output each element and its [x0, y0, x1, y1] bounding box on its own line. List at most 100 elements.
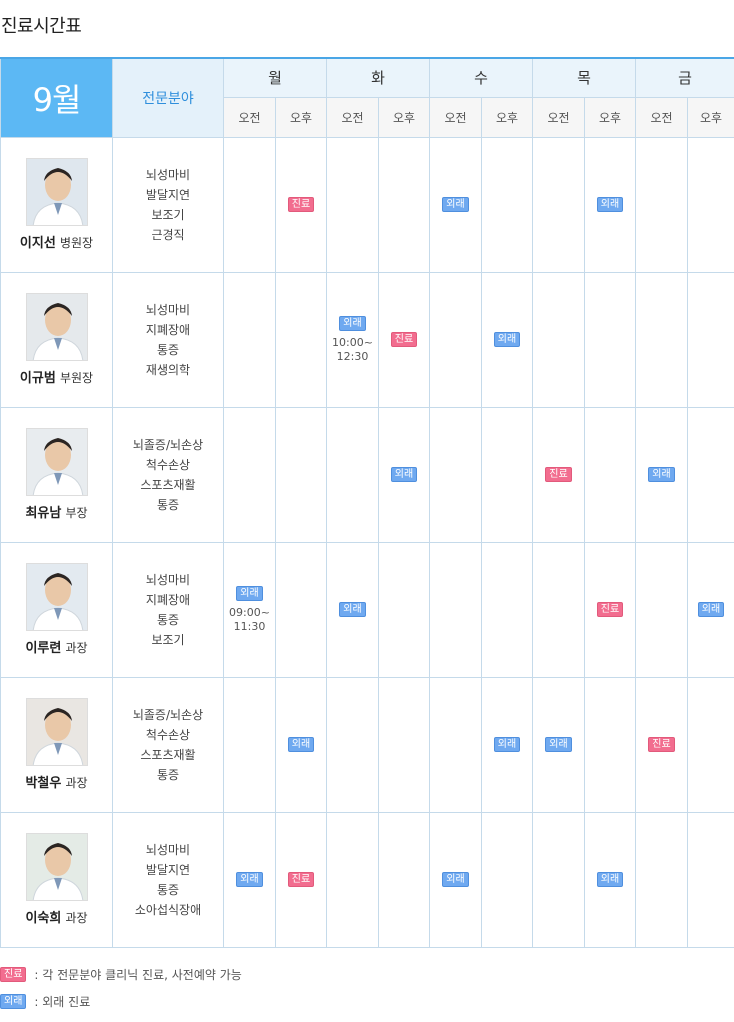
slot-mon-pm [275, 406, 327, 543]
specialty-item: 뇌성마비 [145, 302, 191, 317]
slot-tue-pm: 외래 [378, 406, 430, 543]
slot-thu-pm: 외래 [584, 811, 636, 948]
slot-tue-am [326, 676, 379, 813]
doctor-portrait-icon [32, 168, 83, 225]
doctor-cell: 박철우 과장 [0, 676, 113, 813]
slot-fri-pm [687, 136, 734, 273]
doctor-role: 과장 [65, 911, 88, 925]
slot-thu-am [532, 541, 585, 678]
specialty-item: 발달지연 [145, 187, 191, 202]
schedule-body: 이지선 병원장 뇌성마비 발달지연 보조기 근경직 진료 외래 외래 이규범 부원장 뇌성마비 지폐… [0, 136, 734, 948]
slot-tue-pm [378, 541, 430, 678]
legend-out: 외래 : 외래 진료 [0, 993, 90, 1010]
half-header-pm: 오후 [687, 96, 734, 138]
slot-mon-pm [275, 271, 327, 408]
slot-thu-pm: 진료 [584, 541, 636, 678]
slot-wed-am [429, 406, 482, 543]
slot-fri-am [635, 811, 688, 948]
doctor-cell: 이규범 부원장 [0, 271, 113, 408]
specialty-cell: 뇌성마비 지폐장애 통증 재생의학 [112, 271, 224, 408]
outpatient-badge: 외래 [545, 737, 572, 752]
doctor-name: 이루련 [25, 641, 62, 656]
doctor-name: 이규범 [19, 371, 56, 386]
doctor-name: 이지선 [19, 236, 56, 251]
outpatient-badge: 외래 [339, 602, 366, 617]
half-header-am: 오전 [223, 96, 276, 138]
specialty-cell: 뇌성마비 발달지연 보조기 근경직 [112, 136, 224, 273]
specialty-item: 뇌성마비 [145, 167, 191, 182]
specialty-item: 뇌졸증/뇌손상 [132, 437, 204, 452]
doctor-name-line: 이지선 병원장 [1, 232, 112, 251]
specialty-item: 통증 [156, 342, 180, 357]
half-header-am: 오전 [635, 96, 688, 138]
specialty-item: 스포츠재활 [140, 477, 196, 492]
doctor-photo [25, 833, 88, 901]
doctor-name-line: 최유남 부장 [1, 502, 112, 521]
slot-wed-pm: 외래 [481, 271, 533, 408]
slot-wed-pm [481, 541, 533, 678]
specialty-item: 통증 [156, 882, 180, 897]
half-header-am: 오전 [429, 96, 482, 138]
slot-wed-pm [481, 406, 533, 543]
slot-tue-am [326, 406, 379, 543]
doctor-cell: 이숙희 과장 [0, 811, 113, 948]
slot-time: 12:30 [336, 349, 369, 363]
specialty-cell: 뇌졸증/뇌손상 척수손상 스포츠재활 통증 [112, 676, 224, 813]
doctor-row: 이지선 병원장 뇌성마비 발달지연 보조기 근경직 진료 외래 외래 [0, 136, 734, 273]
specialty-item: 뇌성마비 [145, 572, 191, 587]
slot-time: 09:00~ [229, 605, 270, 619]
slot-tue-am [326, 811, 379, 948]
clinic-badge: 진료 [596, 602, 624, 617]
half-header-am: 오전 [326, 96, 379, 138]
slot-mon-am [223, 676, 276, 813]
specialty-cell: 뇌성마비 지폐장애 통증 보조기 [112, 541, 224, 678]
outpatient-badge: 외래 [339, 315, 366, 331]
specialty-item: 통증 [156, 497, 180, 512]
doctor-cell: 최유남 부장 [0, 406, 113, 543]
specialty-item: 뇌성마비 [145, 842, 191, 857]
slot-tue-am [326, 136, 379, 273]
slot-tue-pm [378, 676, 430, 813]
slot-fri-am [635, 541, 688, 678]
slot-mon-am: 외래 [223, 811, 276, 948]
doctor-portrait-icon [32, 438, 83, 495]
specialty-item: 척수손상 [145, 457, 191, 472]
slot-wed-pm: 외래 [481, 676, 533, 813]
slot-wed-pm [481, 136, 533, 273]
slot-wed-am [429, 676, 482, 813]
clinic-badge: 진료 [287, 197, 315, 212]
doctor-portrait-icon [32, 573, 83, 630]
legend-clinic-text: : 각 전문분야 클리닉 진료, 사전예약 가능 [34, 968, 242, 982]
doctor-row: 박철우 과장 뇌졸증/뇌손상 척수손상 스포츠재활 통증 외래 외래 외래 진료 [0, 676, 734, 813]
doctor-photo [25, 563, 88, 631]
specialty-item: 지폐장애 [145, 592, 191, 607]
slot-fri-am [635, 136, 688, 273]
doctor-row: 이규범 부원장 뇌성마비 지폐장애 통증 재생의학 외래 10:00~ 12:30 진료 외래 [0, 271, 734, 408]
slot-tue-pm [378, 136, 430, 273]
slot-thu-am: 외래 [532, 676, 585, 813]
slot-tue-pm: 진료 [378, 271, 430, 408]
doctor-name: 최유남 [25, 506, 62, 521]
outpatient-badge: 외래 [596, 197, 624, 212]
doctor-row: 최유남 부장 뇌졸증/뇌손상 척수손상 스포츠재활 통증 외래 진료 외래 [0, 406, 734, 543]
slot-fri-pm [687, 271, 734, 408]
specialty-item: 근경직 [151, 227, 185, 242]
day-header-mon: 월 [223, 57, 327, 98]
slot-mon-pm: 진료 [275, 811, 327, 948]
doctor-row: 이숙희 과장 뇌성마비 발달지연 통증 소아섭식장애 외래 진료 외래 외래 [0, 811, 734, 948]
outpatient-badge: 외래 [596, 872, 624, 887]
specialty-item: 척수손상 [145, 727, 191, 742]
slot-mon-am [223, 271, 276, 408]
slot-thu-am [532, 811, 585, 948]
outpatient-badge: 외래 [236, 872, 263, 887]
outpatient-badge: 외래 [390, 467, 418, 482]
slot-mon-pm: 진료 [275, 136, 327, 273]
slot-thu-am [532, 136, 585, 273]
doctor-role: 과장 [65, 776, 88, 790]
doctor-cell: 이루련 과장 [0, 541, 113, 678]
outpatient-badge: 외래 [493, 332, 521, 347]
schedule-table: 9월 전문분야 월 화 수 목 금 오전 오후 오전 오후 오전 오후 오전 오… [0, 57, 734, 948]
specialty-item: 보조기 [151, 632, 185, 647]
slot-mon-am [223, 136, 276, 273]
doctor-photo [25, 698, 88, 766]
